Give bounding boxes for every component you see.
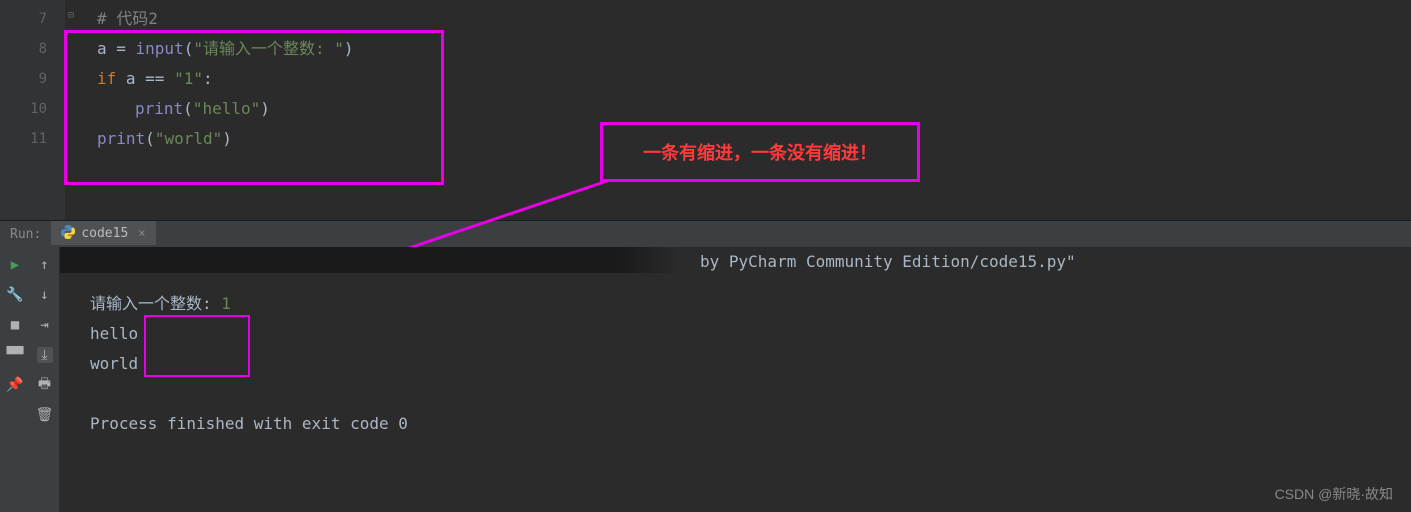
code-paren: ) [222, 129, 232, 148]
line-number: 11 [0, 124, 47, 154]
line-number: 8 [0, 34, 47, 64]
pin-icon[interactable]: 📌 [7, 377, 23, 393]
python-icon [61, 225, 75, 242]
console-input-value: 1 [221, 294, 231, 313]
down-icon[interactable]: ↓ [37, 287, 53, 303]
code-area[interactable]: # 代码2 a = input("请输入一个整数: ") if a == "1"… [83, 0, 354, 220]
code-keyword: if [97, 69, 126, 88]
line-number: 10 [0, 94, 47, 124]
code-paren: ( [184, 39, 194, 58]
stop-icon[interactable]: ■ [7, 317, 23, 333]
code-builtin: print [97, 129, 145, 148]
close-icon[interactable]: × [138, 226, 145, 240]
console-prompt: 请输入一个整数: [90, 294, 221, 313]
line-number: 9 [0, 64, 47, 94]
code-var: a [126, 69, 145, 88]
console-area: ▶ 🔧 ■ ▀▀ 📌 ↑ ↓ ⇥ ⤓ 🖶 🗑 by PyCharm Commun… [0, 247, 1411, 512]
code-comment: # 代码2 [97, 9, 158, 28]
code-builtin: input [136, 39, 184, 58]
code-colon: : [203, 69, 213, 88]
console-output[interactable]: by PyCharm Community Edition/code15.py" … [60, 247, 1411, 512]
wrap-icon[interactable]: ⇥ [37, 317, 53, 333]
console-line: hello [90, 319, 1395, 349]
fold-icon[interactable]: ⊟ [68, 10, 78, 20]
run-label: Run: [0, 227, 51, 242]
code-paren: ) [344, 39, 354, 58]
code-var: a [97, 39, 116, 58]
code-op: = [116, 39, 135, 58]
print-icon[interactable]: 🖶 [37, 377, 53, 393]
annotation-box: 一条有缩进，一条没有缩进！ [600, 122, 920, 182]
line-gutter: 7 8 9 10 11 [0, 0, 65, 220]
run-tab[interactable]: code15 × [51, 221, 155, 247]
code-string: "hello" [193, 99, 260, 118]
redacted-bar [60, 247, 620, 273]
code-op: == [145, 69, 174, 88]
code-string: "请输入一个整数: " [193, 39, 344, 58]
code-string: "world" [155, 129, 222, 148]
line-number: 7 [0, 4, 47, 34]
wrench-icon[interactable]: 🔧 [7, 287, 23, 303]
console-line: world [90, 349, 1395, 379]
tool-column-right: ↑ ↓ ⇥ ⤓ 🖶 🗑 [30, 247, 60, 512]
scroll-icon[interactable]: ⤓ [37, 347, 53, 363]
code-paren: ) [260, 99, 270, 118]
run-panel-header: Run: code15 × [0, 220, 1411, 247]
code-paren: ( [145, 129, 155, 148]
editor-pane: 7 8 9 10 11 ⊟ # 代码2 a = input("请输入一个整数: … [0, 0, 1411, 220]
up-icon[interactable]: ↑ [37, 257, 53, 273]
layout-icon[interactable]: ▀▀ [7, 347, 23, 363]
tool-column-left: ▶ 🔧 ■ ▀▀ 📌 [0, 247, 30, 512]
trash-icon[interactable]: 🗑 [37, 407, 53, 423]
fold-column: ⊟ [65, 0, 83, 220]
code-paren: ( [183, 99, 193, 118]
run-icon[interactable]: ▶ [7, 257, 23, 273]
code-string: "1" [174, 69, 203, 88]
run-tab-label: code15 [81, 226, 128, 241]
watermark: CSDN @新晓·故知 [1275, 484, 1393, 504]
console-exit: Process finished with exit code 0 [90, 409, 1395, 439]
code-builtin: print [135, 99, 183, 118]
console-path: by PyCharm Community Edition/code15.py" [700, 247, 1076, 277]
